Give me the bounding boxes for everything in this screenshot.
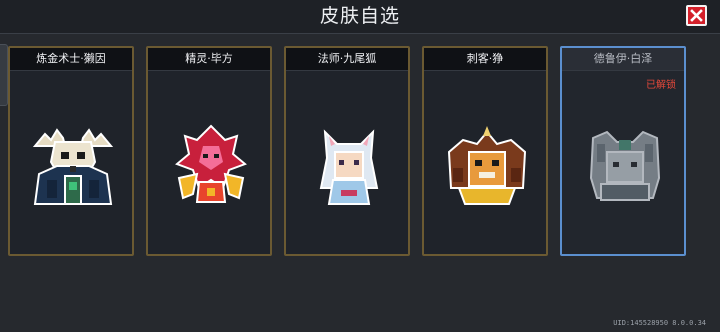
- unlocked-badge: 已解锁: [646, 80, 676, 91]
- skin-name: 炼金术士·獭因: [36, 52, 106, 65]
- scroll-edge-card: [0, 44, 8, 106]
- skin-name: 精灵·毕方: [185, 52, 233, 65]
- horned-beast-character-icon: [447, 126, 527, 205]
- close-icon: [690, 9, 703, 22]
- skin-card-mage[interactable]: 法师·九尾狐: [284, 46, 410, 256]
- skin-card-assassin[interactable]: 刺客·狰: [422, 46, 548, 256]
- card-header: 法师·九尾狐: [286, 48, 408, 71]
- card-header: 刺客·狰: [424, 48, 546, 71]
- card-header: 精灵·毕方: [148, 48, 270, 71]
- white-ze-character-icon: [589, 130, 661, 201]
- skin-name: 德鲁伊·白泽: [593, 52, 653, 65]
- card-header: 炼金术士·獭因: [10, 48, 132, 71]
- close-button[interactable]: [686, 5, 707, 26]
- nine-tail-fox-character-icon: [319, 129, 379, 205]
- uid-label: UID:145528950 8.0.0.34: [613, 319, 706, 327]
- skin-card-elf[interactable]: 精灵·毕方: [146, 46, 272, 256]
- skin-name: 法师·九尾狐: [317, 52, 377, 65]
- skin-list[interactable]: 炼金术士·獭因 精灵·毕方 法师·九尾狐 刺客·狰 德鲁伊·白泽 已解锁: [0, 34, 720, 304]
- page-title: 皮肤自选: [319, 5, 400, 27]
- skin-card-druid[interactable]: 德鲁伊·白泽 已解锁: [560, 46, 686, 256]
- skull-antler-character-icon: [32, 128, 114, 205]
- fire-bird-character-icon: [175, 124, 247, 203]
- skin-card-alchemist[interactable]: 炼金术士·獭因: [8, 46, 134, 256]
- skin-name: 刺客·狰: [466, 52, 504, 65]
- card-header: 德鲁伊·白泽: [562, 48, 684, 71]
